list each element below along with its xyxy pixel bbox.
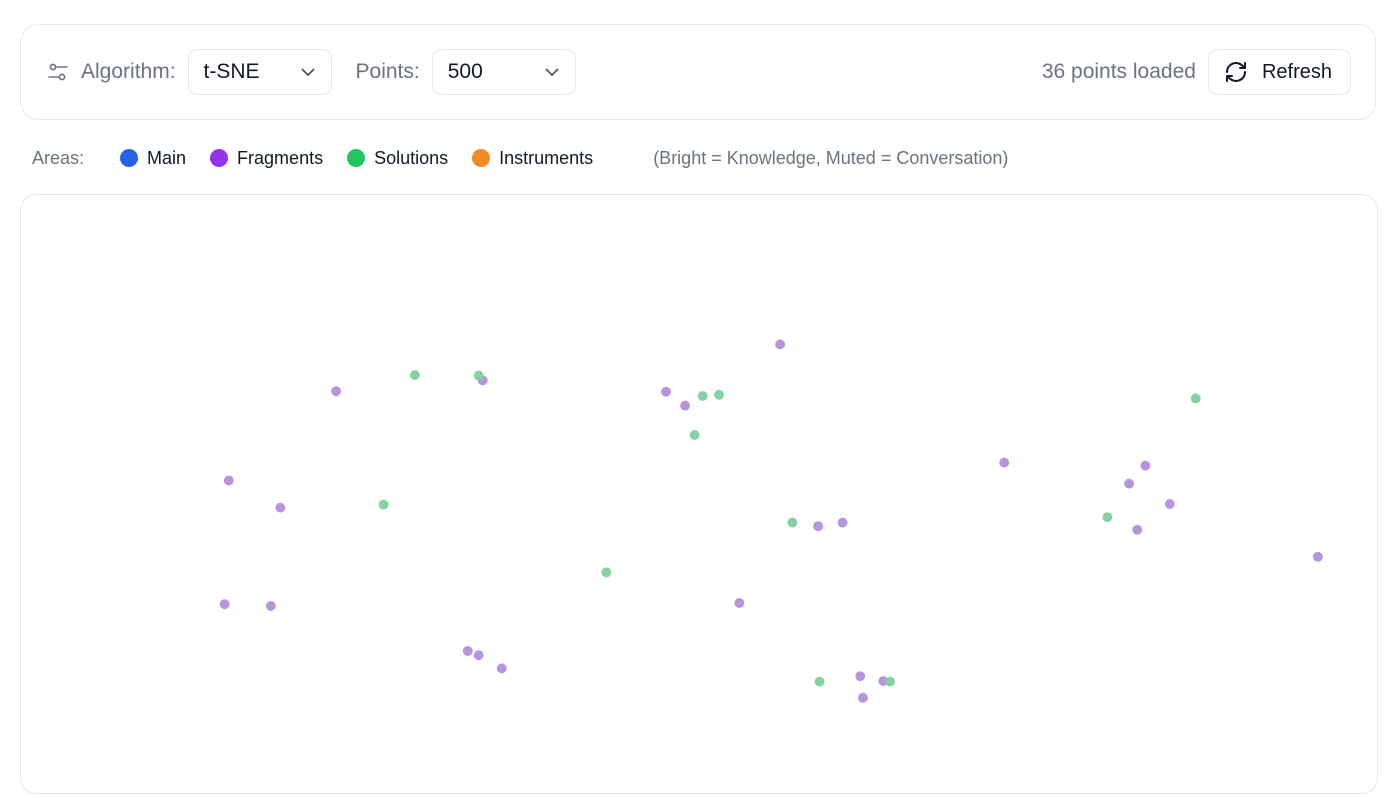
chevron-down-icon: [299, 63, 317, 81]
scatter-point-solutions[interactable]: [601, 567, 612, 578]
refresh-button[interactable]: Refresh: [1207, 49, 1351, 95]
legend-dot: [120, 149, 139, 167]
scatter-point-fragments[interactable]: [999, 457, 1010, 468]
scatter-point-fragments[interactable]: [837, 517, 848, 528]
algorithm-select-value: t-SNE: [203, 60, 260, 83]
scatter-point-fragments[interactable]: [857, 692, 868, 703]
legend-item-label: Instruments: [499, 147, 594, 168]
legend-item-label: Solutions: [374, 147, 449, 168]
scatter-point-solutions[interactable]: [1190, 393, 1201, 404]
legend-note: (Bright = Knowledge, Muted = Conversatio…: [653, 147, 1009, 168]
scatter-plot[interactable]: [20, 194, 1378, 794]
algorithm-label: Algorithm:: [81, 60, 176, 83]
toolbar: Algorithm: t-SNE Points: 500 36 points l…: [20, 24, 1376, 120]
algorithm-select[interactable]: t-SNE: [187, 49, 332, 95]
scatter-point-solutions[interactable]: [473, 370, 484, 381]
scatter-point-solutions[interactable]: [1102, 512, 1113, 523]
points-select-value: 500: [447, 60, 483, 83]
scatter-point-fragments[interactable]: [1124, 478, 1135, 489]
refresh-label: Refresh: [1261, 60, 1332, 83]
scatter-point-solutions[interactable]: [689, 430, 700, 440]
scatter-point-solutions[interactable]: [814, 676, 825, 687]
chevron-down-icon: [543, 63, 561, 81]
scatter-point-fragments[interactable]: [1312, 551, 1323, 562]
scatter-point-solutions[interactable]: [885, 676, 896, 687]
scatter-point-fragments[interactable]: [1140, 460, 1151, 471]
scatter-point-fragments[interactable]: [813, 521, 824, 532]
refresh-icon: [1224, 60, 1248, 84]
scatter-point-fragments[interactable]: [496, 663, 507, 674]
legend-item-fragments: Fragments: [210, 148, 323, 169]
scatter-point-fragments[interactable]: [275, 502, 286, 513]
legend-dot: [347, 149, 366, 167]
scatter-point-solutions[interactable]: [697, 391, 708, 401]
scatter-point-fragments[interactable]: [223, 475, 234, 486]
points-select[interactable]: 500: [431, 49, 576, 95]
scatter-point-fragments[interactable]: [661, 386, 672, 397]
legend-item-main: Main: [120, 148, 186, 169]
scatter-point-solutions[interactable]: [787, 517, 798, 528]
scatter-point-fragments[interactable]: [219, 599, 230, 610]
legend-item-label: Main: [147, 147, 187, 168]
scatter-point-fragments[interactable]: [331, 386, 342, 397]
scatter-point-fragments[interactable]: [680, 400, 691, 411]
scatter-point-fragments[interactable]: [855, 671, 866, 682]
scatter-point-fragments[interactable]: [1164, 499, 1175, 509]
sliders-icon: [47, 61, 69, 83]
points-label: Points:: [355, 60, 420, 83]
scatter-point-fragments[interactable]: [1132, 524, 1143, 535]
scatter-point-solutions[interactable]: [409, 370, 420, 380]
scatter-canvas[interactable]: [21, 195, 1378, 794]
legend-dot: [210, 149, 229, 167]
legend-item-instruments: Instruments: [472, 148, 593, 169]
scatter-point-fragments[interactable]: [462, 646, 473, 656]
legend-item-label: Fragments: [237, 147, 324, 168]
legend-label: Areas:: [32, 147, 85, 168]
scatter-point-solutions[interactable]: [378, 499, 389, 510]
legend-item-solutions: Solutions: [347, 148, 448, 169]
scatter-point-fragments[interactable]: [775, 339, 786, 350]
legend-dot: [472, 149, 491, 167]
points-loaded-status: 36 points loaded: [1041, 60, 1196, 83]
scatter-point-solutions[interactable]: [714, 389, 725, 400]
scatter-point-fragments[interactable]: [473, 650, 484, 661]
area-legend: Areas: Main Fragments Solutions Instrume…: [32, 145, 1008, 171]
scatter-point-fragments[interactable]: [265, 601, 276, 611]
scatter-point-fragments[interactable]: [734, 598, 745, 608]
